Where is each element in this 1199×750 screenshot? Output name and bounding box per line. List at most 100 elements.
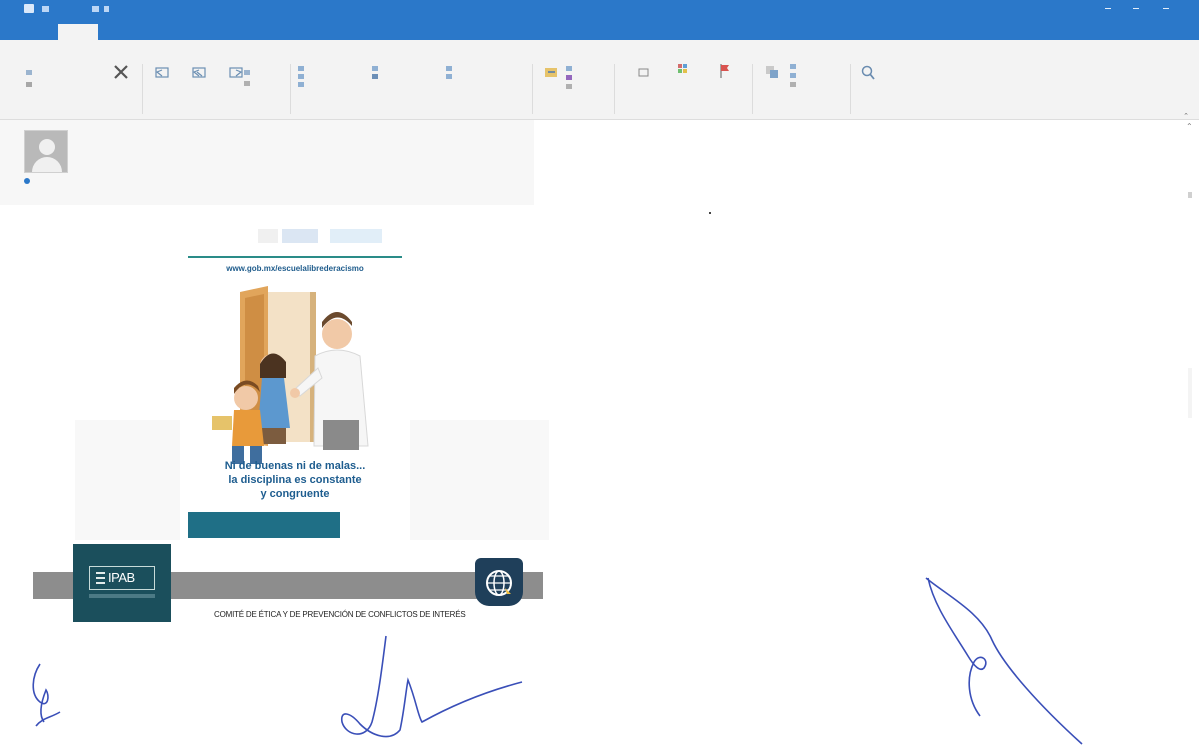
translate-button[interactable] [758,64,786,82]
headline-line-2: la disciplina es constante [228,474,362,486]
more-button[interactable] [244,81,252,88]
group-separator [142,64,143,114]
ipab-logo: IPAB [89,566,155,590]
ipab-logo-text: IPAB [108,570,135,585]
group-separator [614,64,615,114]
quickstep-3[interactable] [298,82,306,89]
quickstep-4[interactable] [372,66,380,73]
committee-caption: COMITÉ DE ÉTICA Y DE PREVENCIÓN DE CONFL… [214,610,466,619]
actions-icon [566,84,572,90]
ipab-lines-icon [96,572,105,584]
onenote-button[interactable] [566,75,574,82]
follow-up-button[interactable] [704,62,746,82]
info-icon [24,178,30,184]
find-button[interactable] [790,64,798,71]
ignore-button[interactable] [26,70,34,77]
zoom-button[interactable] [856,64,880,84]
signature-2 [340,635,523,738]
categorize-button[interactable] [668,62,698,82]
close-button[interactable] [1160,4,1172,12]
maximize-button[interactable] [1130,4,1142,12]
actions-button[interactable] [566,84,574,91]
ipab-logo-card: IPAB [73,544,171,622]
reply-button[interactable] [145,64,179,82]
minimize-button[interactable] [1102,4,1114,12]
app-icon[interactable] [24,4,34,13]
globe-icon [486,570,512,596]
group-separator [532,64,533,114]
select-button[interactable] [790,82,798,89]
scroll-thumb[interactable] [1188,192,1192,198]
check-icon [372,74,378,80]
rules-icon [566,66,572,72]
move-button[interactable] [538,64,564,82]
quickstep-7[interactable] [446,74,454,81]
group-separator [850,64,851,114]
tab-message[interactable] [58,24,98,40]
onenote-icon [566,75,572,81]
poster-logo-4 [330,229,382,243]
quickstep-2[interactable] [298,74,306,81]
ipab-subtitle [89,594,155,598]
redo-icon[interactable] [104,6,109,12]
title-bar [0,0,1199,40]
family-illustration [212,286,369,464]
mark-unread-icon [638,68,649,77]
quickstep-icon [298,66,304,72]
quickstep-icon [446,74,452,80]
globe-badge [475,558,523,606]
forward-icon [229,67,243,78]
scroll-track-mark [1188,368,1192,418]
poster-logo-bar [180,218,410,252]
group-separator [290,64,291,114]
junk-icon [26,82,32,88]
collapse-ribbon-button[interactable]: ⌃ [1183,112,1189,120]
flag-icon [720,64,729,78]
junk-button[interactable] [26,82,34,89]
zoom-icon [861,65,875,80]
quickstep-icon [446,66,452,72]
find-icon [790,64,796,70]
tag-icon [678,64,687,73]
signature-1 [32,663,61,727]
select-icon [790,82,796,88]
save-icon[interactable] [42,6,49,12]
rules-button[interactable] [566,66,574,73]
signature-3 [925,577,1083,745]
vertical-scrollbar[interactable]: ⌃ [1183,122,1197,592]
quickstep-icon [298,74,304,80]
quickstep-1[interactable] [298,66,306,73]
meeting-button[interactable] [244,70,252,77]
scroll-up-icon[interactable]: ⌃ [1186,122,1193,131]
poster-callout [188,512,340,538]
stray-dot [709,212,711,214]
campaign-poster: www.gob.mx/escuelalibrederacismo Ni de b… [180,218,410,540]
tell-me-search[interactable] [114,28,180,37]
move-icon [545,68,557,77]
quickstep-6[interactable] [446,66,454,73]
quickstep-5[interactable] [372,74,380,81]
poster-logo-3 [282,229,318,243]
undo-icon[interactable] [92,6,99,12]
reply-all-icon [192,67,206,78]
delete-icon [114,65,128,79]
meeting-icon [244,70,250,76]
poster-logo-1 [208,229,226,243]
reply-icon [155,67,169,78]
quickstep-icon [372,66,378,72]
translate-icon [766,66,778,78]
poster-logo-2 [258,229,278,243]
ribbon: ⌃ [0,40,1199,120]
related-icon [790,73,796,79]
more-icon [244,81,250,87]
mark-unread-button[interactable] [622,64,664,82]
info-bar[interactable] [24,178,32,184]
headline-line-1: Ni de buenas ni de malas... [224,460,366,472]
headline-line-3: y congruente [260,488,330,500]
delete-button[interactable] [108,64,134,82]
reply-all-button[interactable] [182,64,216,82]
ignore-icon [26,70,32,76]
quickstep-icon [298,82,304,88]
related-button[interactable] [790,73,798,80]
message-header [0,120,534,205]
